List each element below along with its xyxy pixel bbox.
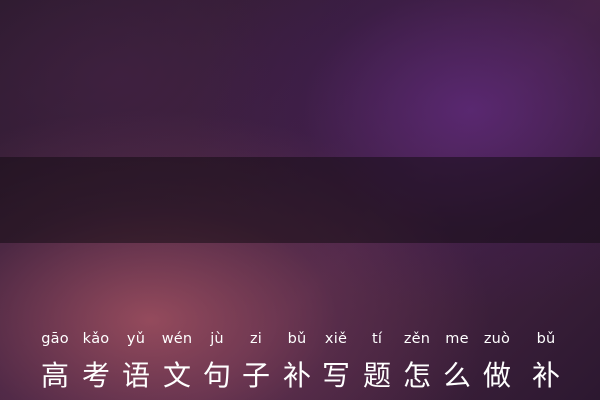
title-character: 补 — [282, 359, 312, 392]
title-character: 怎 — [402, 359, 432, 392]
title-character: 写 — [321, 359, 351, 392]
pinyin-syllable: zěn — [403, 330, 431, 347]
title-character: 句 — [202, 359, 232, 392]
pinyin-syllable: zi — [249, 330, 263, 347]
title-character: 么 — [442, 359, 472, 392]
pinyin-syllable: bǔ — [536, 330, 556, 347]
pinyin-syllable: bǔ — [287, 330, 307, 347]
pinyin-syllable: tí — [371, 330, 383, 347]
pinyin-syllable: zuò — [483, 330, 511, 347]
pinyin-syllable: yǔ — [126, 330, 146, 347]
pinyin-syllable: xiě — [324, 330, 348, 347]
pinyin-syllable: jù — [210, 330, 224, 347]
pinyin-syllable: me — [445, 330, 469, 347]
title-character: 子 — [241, 359, 271, 392]
title-character: 语 — [121, 359, 151, 392]
title-banner: gāo kǎo yǔ wén jù zi bǔ xiě tí zěn me zu… — [0, 157, 600, 390]
pinyin-syllable: gāo — [41, 330, 69, 347]
title-character: 高 — [40, 359, 70, 392]
title-character: 文 — [162, 359, 192, 392]
title-character: 补 — [531, 359, 561, 392]
title-character: 做 — [482, 359, 512, 392]
title-character: 考 — [81, 359, 111, 392]
pinyin-syllable: wén — [161, 330, 193, 347]
pinyin-syllable: kǎo — [82, 330, 110, 347]
title-character: 题 — [362, 359, 392, 392]
